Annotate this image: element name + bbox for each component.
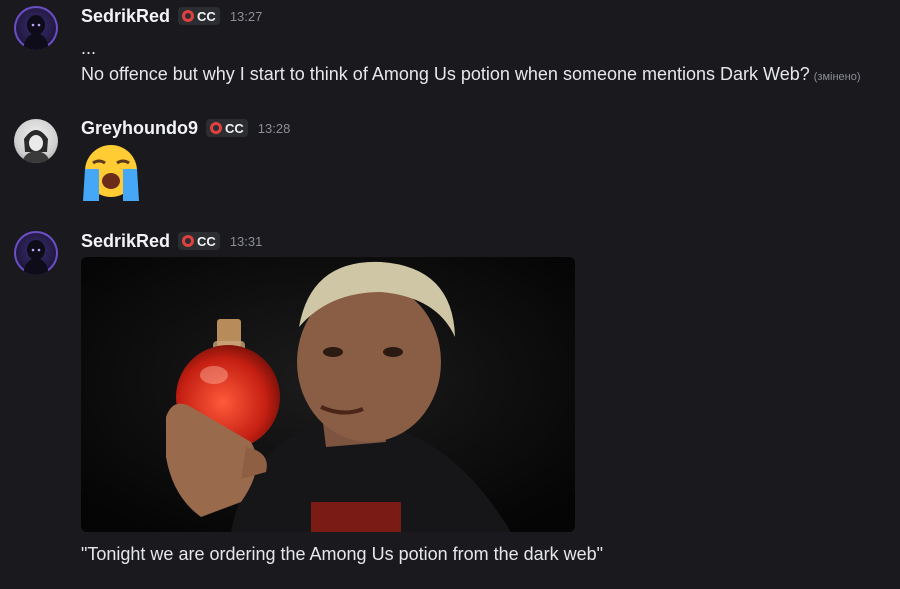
message-header: SedrikRed CC 13:31 — [81, 230, 262, 252]
man-holding-potion-image — [81, 257, 575, 532]
message-text-line: ... — [81, 38, 97, 58]
timestamp[interactable]: 13:27 — [230, 9, 263, 24]
clan-tag[interactable]: CC — [178, 7, 220, 25]
user-avatar[interactable] — [14, 119, 58, 163]
username[interactable]: SedrikRed — [81, 231, 170, 252]
clan-badge-icon — [182, 10, 195, 22]
clan-badge-icon — [182, 235, 195, 247]
username[interactable]: SedrikRed — [81, 6, 170, 27]
user-avatar[interactable] — [14, 6, 58, 50]
username[interactable]: Greyhoundo9 — [81, 118, 198, 139]
message-text: "Tonight we are ordering the Among Us po… — [81, 544, 604, 564]
clan-tag[interactable]: CC — [178, 232, 220, 250]
avatar-figure-icon — [22, 130, 50, 163]
edited-indicator: (змінено) — [813, 71, 861, 83]
clan-tag-label: CC — [197, 8, 216, 24]
embedded-gif[interactable] — [81, 257, 575, 532]
message-header: Greyhoundo9 CC 13:28 — [81, 117, 290, 139]
avatar-figure-icon — [23, 15, 49, 50]
message-text-line: No offence but why I start to think of A… — [81, 64, 861, 85]
clan-tag-label: CC — [197, 233, 216, 249]
avatar-figure-icon — [23, 240, 49, 275]
message-text: No offence but why I start to think of A… — [81, 64, 810, 84]
timestamp[interactable]: 13:31 — [230, 234, 263, 249]
user-avatar[interactable] — [14, 231, 58, 275]
message-header: SedrikRed CC 13:27 — [81, 5, 262, 27]
clan-tag[interactable]: CC — [206, 119, 248, 137]
timestamp[interactable]: 13:28 — [258, 121, 291, 136]
clan-tag-label: CC — [225, 120, 244, 136]
loudly-crying-face-icon[interactable] — [79, 143, 143, 203]
clan-badge-icon — [210, 122, 223, 134]
